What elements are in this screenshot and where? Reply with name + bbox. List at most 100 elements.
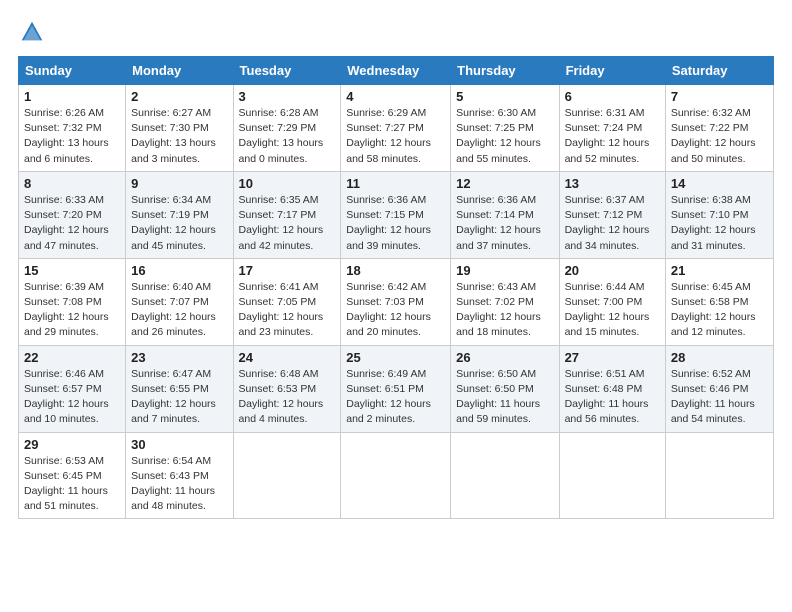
calendar-cell: 29 Sunrise: 6:53 AMSunset: 6:45 PMDayligh… — [19, 432, 126, 519]
calendar-cell: 28Sunrise: 6:52 AMSunset: 6:46 PMDayligh… — [665, 345, 773, 432]
day-number: 26 — [456, 350, 553, 365]
day-number: 11 — [346, 176, 445, 191]
calendar-cell: 27 Sunrise: 6:51 AMSunset: 6:48 PMDayligh… — [559, 345, 665, 432]
day-number: 8 — [24, 176, 120, 191]
day-detail: Sunrise: 6:34 AMSunset: 7:19 PMDaylight:… — [131, 194, 216, 252]
calendar-week-row: 22 Sunrise: 6:46 AMSunset: 6:57 PMDayligh… — [19, 345, 774, 432]
calendar-cell: 9 Sunrise: 6:34 AMSunset: 7:19 PMDaylight… — [126, 171, 233, 258]
day-detail: Sunrise: 6:53 AMSunset: 6:45 PMDaylight:… — [24, 455, 108, 513]
calendar-cell: 23 Sunrise: 6:47 AMSunset: 6:55 PMDayligh… — [126, 345, 233, 432]
calendar-cell: 6Sunrise: 6:31 AMSunset: 7:24 PMDaylight… — [559, 85, 665, 172]
calendar-cell: 30Sunrise: 6:54 AMSunset: 6:43 PMDayligh… — [126, 432, 233, 519]
logo-icon — [18, 18, 46, 46]
day-detail: Sunrise: 6:37 AMSunset: 7:12 PMDaylight:… — [565, 194, 650, 252]
day-detail: Sunrise: 6:46 AMSunset: 6:57 PMDaylight:… — [24, 368, 109, 426]
calendar-cell: 26 Sunrise: 6:50 AMSunset: 6:50 PMDayligh… — [451, 345, 559, 432]
day-number: 17 — [239, 263, 336, 278]
calendar-cell: 16 Sunrise: 6:40 AMSunset: 7:07 PMDayligh… — [126, 258, 233, 345]
day-of-week-header: Saturday — [665, 57, 773, 85]
day-of-week-header: Wednesday — [341, 57, 451, 85]
day-detail: Sunrise: 6:43 AMSunset: 7:02 PMDaylight:… — [456, 281, 541, 339]
day-number: 15 — [24, 263, 120, 278]
day-detail: Sunrise: 6:50 AMSunset: 6:50 PMDaylight:… — [456, 368, 540, 426]
calendar-week-row: 1 Sunrise: 6:26 AMSunset: 7:32 PMDaylight… — [19, 85, 774, 172]
calendar-cell: 10Sunrise: 6:35 AMSunset: 7:17 PMDayligh… — [233, 171, 341, 258]
day-number: 14 — [671, 176, 768, 191]
calendar-week-row: 29 Sunrise: 6:53 AMSunset: 6:45 PMDayligh… — [19, 432, 774, 519]
calendar-cell: 14 Sunrise: 6:38 AMSunset: 7:10 PMDayligh… — [665, 171, 773, 258]
day-number: 23 — [131, 350, 227, 365]
day-number: 27 — [565, 350, 660, 365]
day-number: 21 — [671, 263, 768, 278]
calendar-cell — [559, 432, 665, 519]
calendar-header-row: SundayMondayTuesdayWednesdayThursdayFrid… — [19, 57, 774, 85]
day-number: 9 — [131, 176, 227, 191]
calendar-cell: 7 Sunrise: 6:32 AMSunset: 7:22 PMDaylight… — [665, 85, 773, 172]
day-number: 12 — [456, 176, 553, 191]
day-number: 4 — [346, 89, 445, 104]
calendar-cell: 4 Sunrise: 6:29 AMSunset: 7:27 PMDaylight… — [341, 85, 451, 172]
calendar-cell: 20 Sunrise: 6:44 AMSunset: 7:00 PMDayligh… — [559, 258, 665, 345]
day-detail: Sunrise: 6:29 AMSunset: 7:27 PMDaylight:… — [346, 107, 431, 165]
day-number: 3 — [239, 89, 336, 104]
calendar-cell: 2 Sunrise: 6:27 AMSunset: 7:30 PMDaylight… — [126, 85, 233, 172]
day-number: 13 — [565, 176, 660, 191]
day-number: 22 — [24, 350, 120, 365]
day-number: 7 — [671, 89, 768, 104]
header — [18, 18, 774, 46]
calendar-week-row: 15 Sunrise: 6:39 AMSunset: 7:08 PMDayligh… — [19, 258, 774, 345]
day-of-week-header: Friday — [559, 57, 665, 85]
day-detail: Sunrise: 6:32 AMSunset: 7:22 PMDaylight:… — [671, 107, 756, 165]
day-number: 6 — [565, 89, 660, 104]
day-detail: Sunrise: 6:42 AMSunset: 7:03 PMDaylight:… — [346, 281, 431, 339]
day-detail: Sunrise: 6:26 AMSunset: 7:32 PMDaylight:… — [24, 107, 109, 165]
calendar-cell: 3 Sunrise: 6:28 AMSunset: 7:29 PMDaylight… — [233, 85, 341, 172]
day-detail: Sunrise: 6:41 AMSunset: 7:05 PMDaylight:… — [239, 281, 324, 339]
calendar-cell: 12 Sunrise: 6:36 AMSunset: 7:14 PMDayligh… — [451, 171, 559, 258]
calendar-cell — [341, 432, 451, 519]
day-number: 5 — [456, 89, 553, 104]
day-detail: Sunrise: 6:39 AMSunset: 7:08 PMDaylight:… — [24, 281, 109, 339]
calendar-cell — [665, 432, 773, 519]
calendar-cell: 15 Sunrise: 6:39 AMSunset: 7:08 PMDayligh… — [19, 258, 126, 345]
calendar-cell: 19 Sunrise: 6:43 AMSunset: 7:02 PMDayligh… — [451, 258, 559, 345]
calendar-cell — [233, 432, 341, 519]
day-number: 2 — [131, 89, 227, 104]
day-detail: Sunrise: 6:27 AMSunset: 7:30 PMDaylight:… — [131, 107, 216, 165]
day-number: 19 — [456, 263, 553, 278]
day-number: 18 — [346, 263, 445, 278]
calendar-cell: 13 Sunrise: 6:37 AMSunset: 7:12 PMDayligh… — [559, 171, 665, 258]
calendar-cell: 22 Sunrise: 6:46 AMSunset: 6:57 PMDayligh… — [19, 345, 126, 432]
day-detail: Sunrise: 6:44 AMSunset: 7:00 PMDaylight:… — [565, 281, 650, 339]
day-detail: Sunrise: 6:36 AMSunset: 7:14 PMDaylight:… — [456, 194, 541, 252]
day-detail: Sunrise: 6:49 AMSunset: 6:51 PMDaylight:… — [346, 368, 431, 426]
day-number: 1 — [24, 89, 120, 104]
calendar-week-row: 8 Sunrise: 6:33 AMSunset: 7:20 PMDaylight… — [19, 171, 774, 258]
calendar-cell: 25 Sunrise: 6:49 AMSunset: 6:51 PMDayligh… — [341, 345, 451, 432]
calendar-cell — [451, 432, 559, 519]
calendar-cell: 8 Sunrise: 6:33 AMSunset: 7:20 PMDaylight… — [19, 171, 126, 258]
day-number: 16 — [131, 263, 227, 278]
day-of-week-header: Sunday — [19, 57, 126, 85]
day-of-week-header: Thursday — [451, 57, 559, 85]
day-detail: Sunrise: 6:40 AMSunset: 7:07 PMDaylight:… — [131, 281, 216, 339]
calendar-cell: 21 Sunrise: 6:45 AMSunset: 6:58 PMDayligh… — [665, 258, 773, 345]
day-detail: Sunrise: 6:33 AMSunset: 7:20 PMDaylight:… — [24, 194, 109, 252]
day-detail: Sunrise: 6:28 AMSunset: 7:29 PMDaylight:… — [239, 107, 324, 165]
day-number: 28 — [671, 350, 768, 365]
day-of-week-header: Tuesday — [233, 57, 341, 85]
calendar-cell: 24Sunrise: 6:48 AMSunset: 6:53 PMDayligh… — [233, 345, 341, 432]
day-number: 20 — [565, 263, 660, 278]
day-detail: Sunrise: 6:54 AMSunset: 6:43 PMDaylight:… — [131, 455, 215, 513]
day-detail: Sunrise: 6:51 AMSunset: 6:48 PMDaylight:… — [565, 368, 649, 426]
calendar-cell: 17 Sunrise: 6:41 AMSunset: 7:05 PMDayligh… — [233, 258, 341, 345]
day-detail: Sunrise: 6:45 AMSunset: 6:58 PMDaylight:… — [671, 281, 756, 339]
day-detail: Sunrise: 6:48 AMSunset: 6:53 PMDaylight:… — [239, 368, 324, 426]
day-number: 29 — [24, 437, 120, 452]
day-detail: Sunrise: 6:38 AMSunset: 7:10 PMDaylight:… — [671, 194, 756, 252]
day-detail: Sunrise: 6:47 AMSunset: 6:55 PMDaylight:… — [131, 368, 216, 426]
day-detail: Sunrise: 6:30 AMSunset: 7:25 PMDaylight:… — [456, 107, 541, 165]
day-number: 25 — [346, 350, 445, 365]
calendar-cell: 5 Sunrise: 6:30 AMSunset: 7:25 PMDaylight… — [451, 85, 559, 172]
calendar: SundayMondayTuesdayWednesdayThursdayFrid… — [18, 56, 774, 519]
